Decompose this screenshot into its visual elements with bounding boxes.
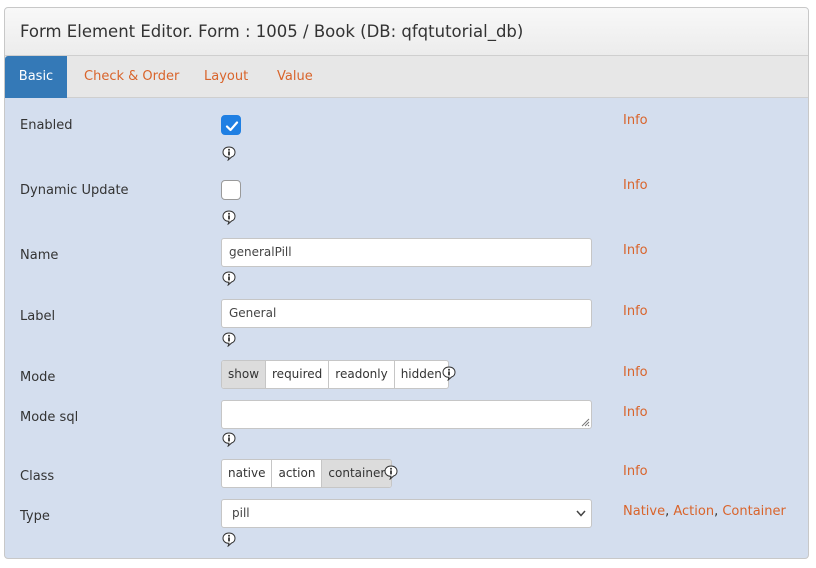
info-balloon-icon[interactable] [222,332,236,347]
type-select-value: pill [232,506,250,520]
info-balloon-icon[interactable] [222,271,236,286]
info-balloon-icon[interactable] [222,146,236,161]
class-label: Class [20,469,55,484]
label-input[interactable]: General [221,299,592,328]
name-info-link[interactable]: Info [623,243,648,258]
label-label: Label [20,309,56,324]
mode-option-required[interactable]: required [266,361,330,388]
info-balloon-icon[interactable] [222,432,236,447]
tab-check-and-order[interactable]: Check & Order [84,56,179,98]
mode-option-readonly[interactable]: readonly [329,361,395,388]
info-balloon-icon[interactable] [442,366,456,381]
type-select[interactable]: pill [221,499,592,528]
info-balloon-icon[interactable] [222,210,236,225]
mode-option-hidden[interactable]: hidden [395,361,448,388]
class-option-native[interactable]: native [222,460,273,487]
label-info-link[interactable]: Info [623,304,648,319]
dynamic-update-checkbox[interactable] [221,180,241,200]
class-option-action[interactable]: action [272,460,323,487]
mode-sql-label: Mode sql [20,410,79,425]
enabled-checkbox[interactable] [221,115,241,135]
tab-layout[interactable]: Layout [204,56,248,98]
type-info-link-action[interactable]: Action [673,504,714,519]
form-element-editor-panel: Form Element Editor. Form : 1005 / Book … [4,7,809,559]
mode-info-link[interactable]: Info [623,365,648,380]
tab-bar: Basic Check & Order Layout Value [5,56,808,98]
type-label: Type [20,509,50,524]
enabled-label: Enabled [20,118,73,133]
info-balloon-icon[interactable] [384,465,398,480]
name-input[interactable]: generalPill [221,238,592,267]
info-balloon-icon[interactable] [222,532,236,547]
mode-option-show[interactable]: show [222,361,267,388]
class-button-group: native action container [221,459,393,488]
dynamic-update-label: Dynamic Update [20,183,129,198]
type-info-link-native[interactable]: Native [623,504,665,519]
type-info-links: Native, Action, Container [623,504,786,519]
enabled-info-link[interactable]: Info [623,113,648,128]
panel-heading: Form Element Editor. Form : 1005 / Book … [5,8,808,56]
dynamic-update-info-link[interactable]: Info [623,178,648,193]
checkmark-icon [225,121,239,132]
resize-handle-icon[interactable] [581,418,590,427]
class-option-container[interactable]: container [322,460,392,487]
tab-value[interactable]: Value [277,56,313,98]
mode-sql-textarea[interactable] [221,400,592,429]
tab-basic[interactable]: Basic [5,56,67,98]
chevron-down-icon [576,510,586,517]
type-info-link-container[interactable]: Container [722,504,786,519]
name-label: Name [20,248,59,263]
mode-sql-info-link[interactable]: Info [623,405,648,420]
page-title: Form Element Editor. Form : 1005 / Book … [20,22,524,41]
mode-label: Mode [20,370,56,385]
mode-button-group: show required readonly hidden [221,360,449,389]
class-info-link[interactable]: Info [623,464,648,479]
